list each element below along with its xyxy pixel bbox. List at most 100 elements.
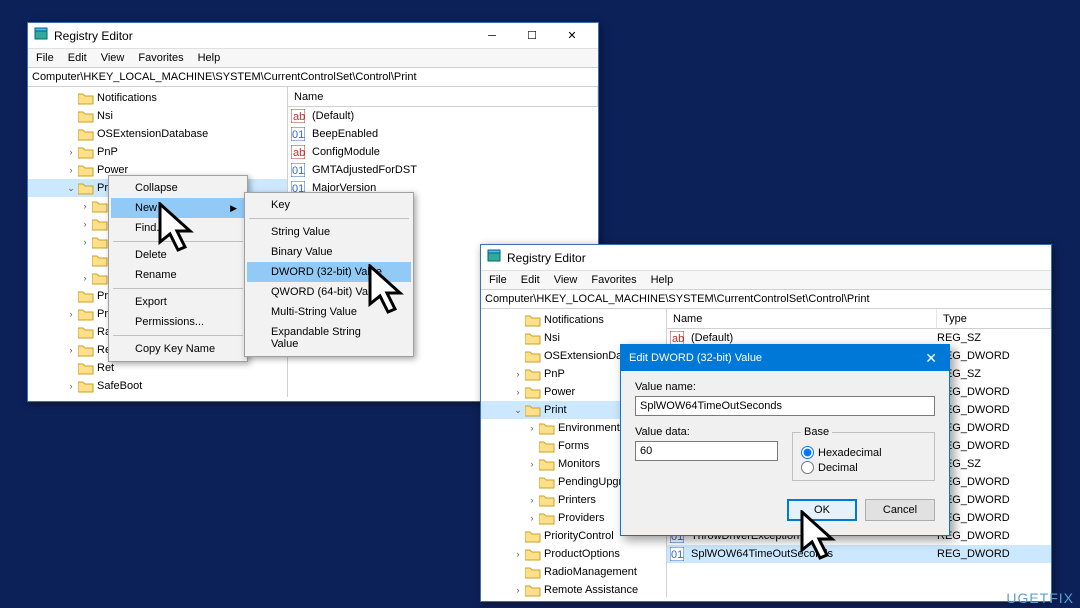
menu-favorites[interactable]: Favorites bbox=[138, 52, 183, 64]
tree-node[interactable]: ›PnP bbox=[28, 143, 287, 161]
menu-view[interactable]: View bbox=[554, 274, 578, 286]
radio-hexadecimal[interactable] bbox=[801, 446, 814, 459]
menu-item[interactable]: Permissions... bbox=[111, 312, 245, 332]
tree-node[interactable]: OSExtensionDatabase bbox=[28, 125, 287, 143]
menu-item-label: Rename bbox=[135, 269, 177, 281]
value-data-input[interactable] bbox=[635, 441, 778, 461]
submenu-arrow-icon: ▶ bbox=[230, 203, 237, 214]
svg-text:011: 011 bbox=[292, 129, 305, 141]
menu-file[interactable]: File bbox=[489, 274, 507, 286]
tree-label: Monitors bbox=[558, 458, 600, 470]
radio-dec-label: Decimal bbox=[818, 462, 858, 474]
tree-node[interactable]: ›SafeBoot bbox=[28, 377, 287, 395]
cancel-button[interactable]: Cancel bbox=[865, 499, 935, 521]
value-icon: ab bbox=[288, 109, 308, 123]
tree-node[interactable]: ›Remote Assistance bbox=[481, 581, 666, 597]
value-name: ConfigModule bbox=[308, 146, 598, 158]
minimize-button[interactable]: ─ bbox=[472, 23, 512, 49]
titlebar[interactable]: Registry Editor ─ ☐ ✕ bbox=[28, 23, 598, 49]
folder-icon bbox=[525, 386, 541, 399]
menu-item[interactable]: Export bbox=[111, 292, 245, 312]
folder-icon bbox=[525, 350, 541, 363]
folder-icon bbox=[78, 128, 94, 141]
tree-label: PnP bbox=[97, 146, 118, 158]
app-icon bbox=[487, 249, 501, 266]
menu-item[interactable]: Rename bbox=[111, 265, 245, 285]
base-fieldset: Base Hexadecimal Decimal bbox=[792, 426, 935, 481]
menu-item-label: New bbox=[135, 202, 157, 214]
titlebar[interactable]: Registry Editor bbox=[481, 245, 1051, 271]
tree-label: PriorityControl bbox=[544, 530, 614, 542]
menu-item[interactable]: Binary Value bbox=[247, 242, 411, 262]
tree-label: Nsi bbox=[97, 110, 113, 122]
folder-icon bbox=[78, 92, 94, 105]
value-name: GMTAdjustedForDST bbox=[308, 164, 598, 176]
list-row[interactable]: 011SplWOW64TimeOutSecondsREG_DWORD bbox=[667, 545, 1051, 563]
list-row[interactable]: 011BeepEnabled bbox=[288, 125, 598, 143]
tree-label: RadioManagement bbox=[544, 566, 637, 578]
tree-label: Power bbox=[544, 386, 575, 398]
address-bar[interactable]: Computer\HKEY_LOCAL_MACHINE\SYSTEM\Curre… bbox=[481, 290, 1051, 309]
menu-item[interactable]: Collapse bbox=[111, 178, 245, 198]
column-type[interactable]: Type bbox=[937, 309, 1051, 328]
close-button[interactable]: ✕ bbox=[552, 23, 592, 49]
radio-decimal[interactable] bbox=[801, 461, 814, 474]
column-name[interactable]: Name bbox=[288, 87, 598, 106]
tree-node[interactable]: Notifications bbox=[28, 89, 287, 107]
menu-file[interactable]: File bbox=[36, 52, 54, 64]
menu-edit[interactable]: Edit bbox=[521, 274, 540, 286]
context-submenu-new[interactable]: Key String Value Binary Value DWORD (32-bit… bbox=[244, 192, 414, 357]
menu-item[interactable]: Multi-String Value bbox=[247, 302, 411, 322]
tree-label: Remote Assistance bbox=[544, 584, 638, 596]
menu-item-label: Multi-String Value bbox=[271, 306, 357, 318]
tree-node[interactable]: ›ProductOptions bbox=[481, 545, 666, 563]
menu-item-label: Key bbox=[271, 199, 290, 211]
menu-item-label: Binary Value bbox=[271, 246, 333, 258]
tree-node[interactable]: Notifications bbox=[481, 311, 666, 329]
folder-icon bbox=[539, 494, 555, 507]
tree-label: SafeBoot bbox=[97, 380, 142, 392]
tree-node[interactable]: Nsi bbox=[28, 107, 287, 125]
menu-item[interactable]: Delete bbox=[111, 245, 245, 265]
list-row[interactable]: abConfigModule bbox=[288, 143, 598, 161]
app-icon bbox=[34, 27, 48, 44]
window-title: Registry Editor bbox=[54, 29, 472, 43]
menu-view[interactable]: View bbox=[101, 52, 125, 64]
tree-label: OSExtensionDatabase bbox=[97, 128, 208, 140]
dialog-titlebar[interactable]: Edit DWORD (32-bit) Value ✕ bbox=[621, 345, 949, 371]
value-icon: 011 bbox=[288, 163, 308, 177]
list-row[interactable]: ab(Default) bbox=[288, 107, 598, 125]
menu-item[interactable]: Find... bbox=[111, 218, 245, 238]
tree-label: Forms bbox=[558, 440, 589, 452]
tree-label: Notifications bbox=[544, 314, 604, 326]
menu-favorites[interactable]: Favorites bbox=[591, 274, 636, 286]
menu-item[interactable]: Key bbox=[247, 195, 411, 215]
menu-item-label: Find... bbox=[135, 222, 166, 234]
menu-item[interactable]: QWORD (64-bit) Value bbox=[247, 282, 411, 302]
tree-label: Print bbox=[544, 404, 567, 416]
value-icon: ab bbox=[288, 145, 308, 159]
context-menu[interactable]: Collapse New ▶ Find... Delete Rename ExportPer… bbox=[108, 175, 248, 362]
tree-node[interactable]: RadioManagement bbox=[481, 563, 666, 581]
column-name[interactable]: Name bbox=[667, 309, 937, 328]
maximize-button[interactable]: ☐ bbox=[512, 23, 552, 49]
menu-help[interactable]: Help bbox=[198, 52, 221, 64]
menu-item[interactable]: DWORD (32-bit) Value bbox=[247, 262, 411, 282]
folder-icon bbox=[539, 512, 555, 525]
menu-item[interactable]: New ▶ bbox=[111, 198, 245, 218]
menu-edit[interactable]: Edit bbox=[68, 52, 87, 64]
value-icon: ab bbox=[667, 331, 687, 345]
menu-item[interactable]: Expandable String Value bbox=[247, 322, 411, 354]
list-row[interactable]: 011GMTAdjustedForDST bbox=[288, 161, 598, 179]
dialog-title: Edit DWORD (32-bit) Value bbox=[629, 352, 762, 364]
menu-help[interactable]: Help bbox=[651, 274, 674, 286]
menu-item[interactable]: String Value bbox=[247, 222, 411, 242]
dialog-close-button[interactable]: ✕ bbox=[921, 350, 941, 367]
value-name: (Default) bbox=[308, 110, 598, 122]
address-bar[interactable]: Computer\HKEY_LOCAL_MACHINE\SYSTEM\Curre… bbox=[28, 68, 598, 87]
value-name-input[interactable] bbox=[635, 396, 935, 416]
svg-text:ab: ab bbox=[293, 147, 305, 159]
menu-item-label: Copy Key Name bbox=[135, 343, 215, 355]
ok-button[interactable]: OK bbox=[787, 499, 857, 521]
menu-item[interactable]: Copy Key Name bbox=[111, 339, 245, 359]
